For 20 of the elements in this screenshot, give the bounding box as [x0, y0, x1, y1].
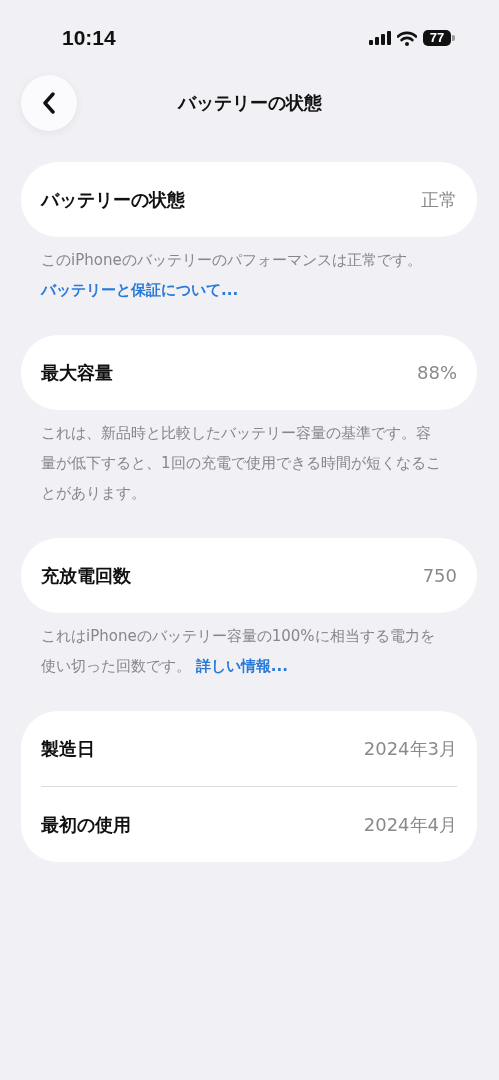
- wifi-icon: [397, 30, 417, 46]
- back-icon: [42, 92, 56, 114]
- footer-text: これは、新品時と比較したバッテリー容量の基準です。容量が低下すると、1回の充電で使用できる時間が短くなることがあります。: [40, 423, 442, 504]
- footer-text: このiPhoneのバッテリーのパフォーマンスは正常です。: [40, 250, 423, 271]
- row-label: 最大容量: [41, 360, 113, 385]
- page-title: バッテリーの状態: [177, 91, 322, 115]
- info-link[interactable]: 詳しい情報...: [195, 657, 288, 675]
- status-time: 10:14: [62, 26, 116, 50]
- row-label: 充放電回数: [41, 563, 131, 588]
- signal-icon: [369, 31, 391, 45]
- row-label: 最初の使用: [41, 812, 131, 837]
- row-value: 88%: [417, 362, 457, 383]
- row-value: 2024年3月: [363, 736, 457, 761]
- info-link[interactable]: バッテリーと保証について...: [41, 281, 239, 299]
- row-value: 正常: [421, 187, 457, 212]
- row-label: 製造日: [41, 736, 95, 761]
- row-value: 2024年4月: [363, 812, 457, 837]
- row-label: バッテリーの状態: [41, 187, 185, 212]
- row-value: 750: [422, 565, 457, 586]
- footer-text: これはiPhoneのバッテリー容量の100%に相当する電力を使い切った回数です。 詳しい情報...: [40, 626, 436, 677]
